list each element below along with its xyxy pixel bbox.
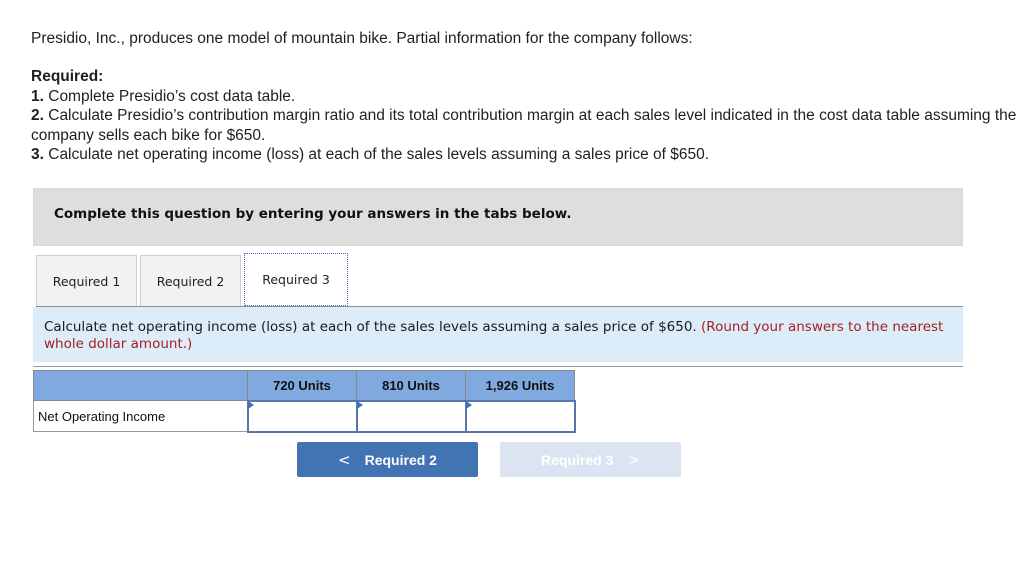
prompt-divider xyxy=(33,366,963,367)
column-header-810-units: 810 Units xyxy=(356,370,466,401)
next-required-3-button: Required 3 > xyxy=(500,442,681,477)
required-section: Required: 1. Complete Presidio’s cost da… xyxy=(31,67,1024,165)
instruction-banner: Complete this question by entering your … xyxy=(33,188,963,246)
instruction-text: Complete this question by entering your … xyxy=(54,206,572,222)
noi-720-units-input[interactable] xyxy=(248,402,356,430)
table-row: Net Operating Income xyxy=(33,399,576,433)
input-flag-icon xyxy=(465,400,472,409)
column-header-720-units: 720 Units xyxy=(247,370,357,401)
tab-required-2[interactable]: Required 2 xyxy=(140,255,241,306)
input-flag-icon xyxy=(247,400,254,409)
noi-1926-units-input[interactable] xyxy=(466,402,574,430)
net-operating-income-table: 720 Units 810 Units 1,926 Units Net Oper… xyxy=(33,370,576,433)
noi-810-units-input[interactable] xyxy=(357,402,465,430)
required-item-2: 2. Calculate Presidio’s contribution mar… xyxy=(31,107,1017,144)
previous-required-2-button[interactable]: < Required 2 xyxy=(297,442,478,477)
previous-button-label: Required 2 xyxy=(364,451,437,468)
required-heading: Required: xyxy=(31,68,104,85)
header-blank xyxy=(33,370,248,401)
required-item-1: 1. Complete Presidio’s cost data table. xyxy=(31,87,296,105)
next-button-label: Required 3 xyxy=(541,451,614,468)
table-header-row: 720 Units 810 Units 1,926 Units xyxy=(33,370,575,401)
noi-810-units-cell[interactable] xyxy=(355,399,467,433)
column-header-1926-units: 1,926 Units xyxy=(465,370,575,401)
noi-1926-units-cell[interactable] xyxy=(464,399,576,433)
chevron-left-icon: < xyxy=(338,450,351,469)
question-text: Calculate net operating income (loss) at… xyxy=(44,319,697,335)
problem-intro: Presidio, Inc., produces one model of mo… xyxy=(31,30,693,47)
question-prompt: Calculate net operating income (loss) at… xyxy=(33,307,963,362)
chevron-right-icon: > xyxy=(627,450,640,469)
row-label-net-operating-income: Net Operating Income xyxy=(33,400,248,432)
input-flag-icon xyxy=(356,400,363,409)
noi-720-units-cell[interactable] xyxy=(246,399,358,433)
tab-bar: Required 1 Required 2 Required 3 xyxy=(36,253,351,307)
tab-required-1[interactable]: Required 1 xyxy=(36,255,137,306)
required-item-3: 3. Calculate net operating income (loss)… xyxy=(31,146,710,163)
tab-required-3[interactable]: Required 3 xyxy=(244,253,348,306)
